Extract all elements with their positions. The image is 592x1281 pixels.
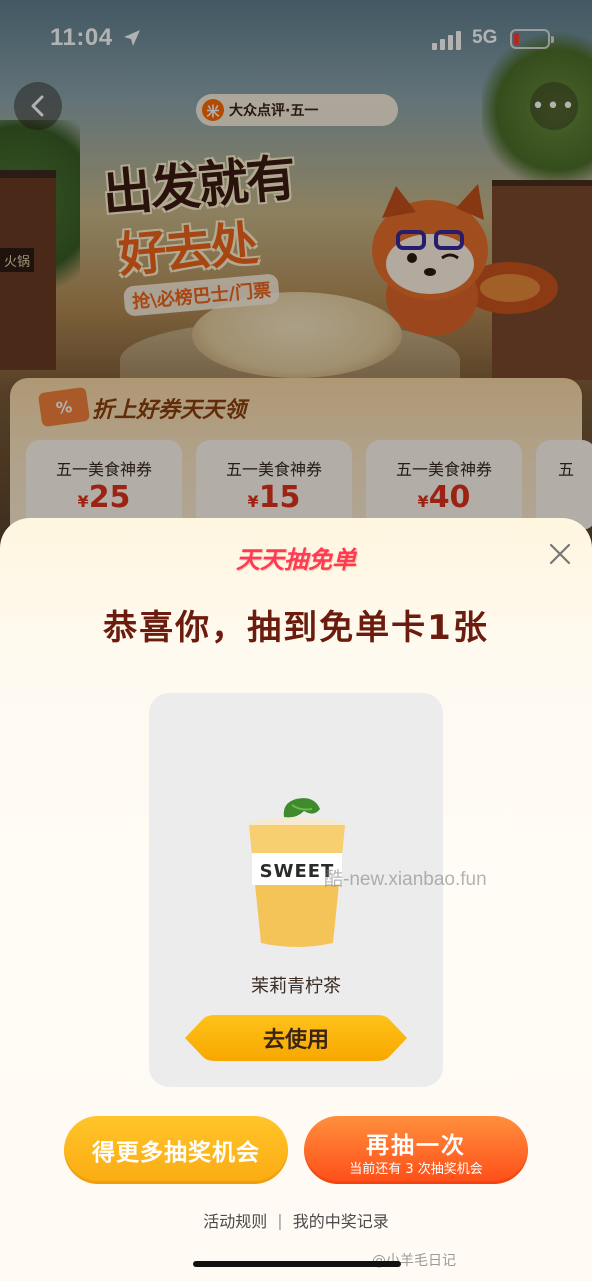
win-records-link[interactable]: 我的中奖记录 [293,1208,389,1232]
remaining-chances-text: 当前还有 3 次抽奖机会 [349,1162,483,1177]
use-button-label: 去使用 [262,1028,329,1053]
rules-link[interactable]: 活动规则 [203,1208,267,1232]
footer-separator: | [277,1210,283,1230]
prize-name: 茉莉青柠茶 [251,976,341,997]
weibo-watermark: @小羊毛日记 [372,1253,456,1269]
draw-again-button[interactable]: 再抽一次 当前还有 3 次抽奖机会 [304,1116,528,1184]
congrats-title: 恭喜你，抽到免单卡1张 [103,608,489,648]
campaign-logo: 天天抽免单 [236,546,356,574]
close-button[interactable] [544,538,576,570]
get-more-chances-button[interactable]: 得更多抽奖机会 [64,1116,288,1184]
site-watermark: 酷-new.xianbao.fun [324,869,487,890]
footer-links: 活动规则 | 我的中奖记录 [0,1208,592,1232]
home-indicator[interactable] [193,1261,401,1267]
close-icon [549,543,571,565]
prize-bottom-sheet: 天天抽免单 恭喜你，抽到免单卡1张 SWEET 茉莉青柠茶 去使用 酷-new.… [0,518,592,1281]
use-coupon-button[interactable]: 去使用 [185,1015,407,1061]
get-more-chances-label: 得更多抽奖机会 [92,1140,260,1166]
draw-again-label: 再抽一次 [366,1133,466,1159]
